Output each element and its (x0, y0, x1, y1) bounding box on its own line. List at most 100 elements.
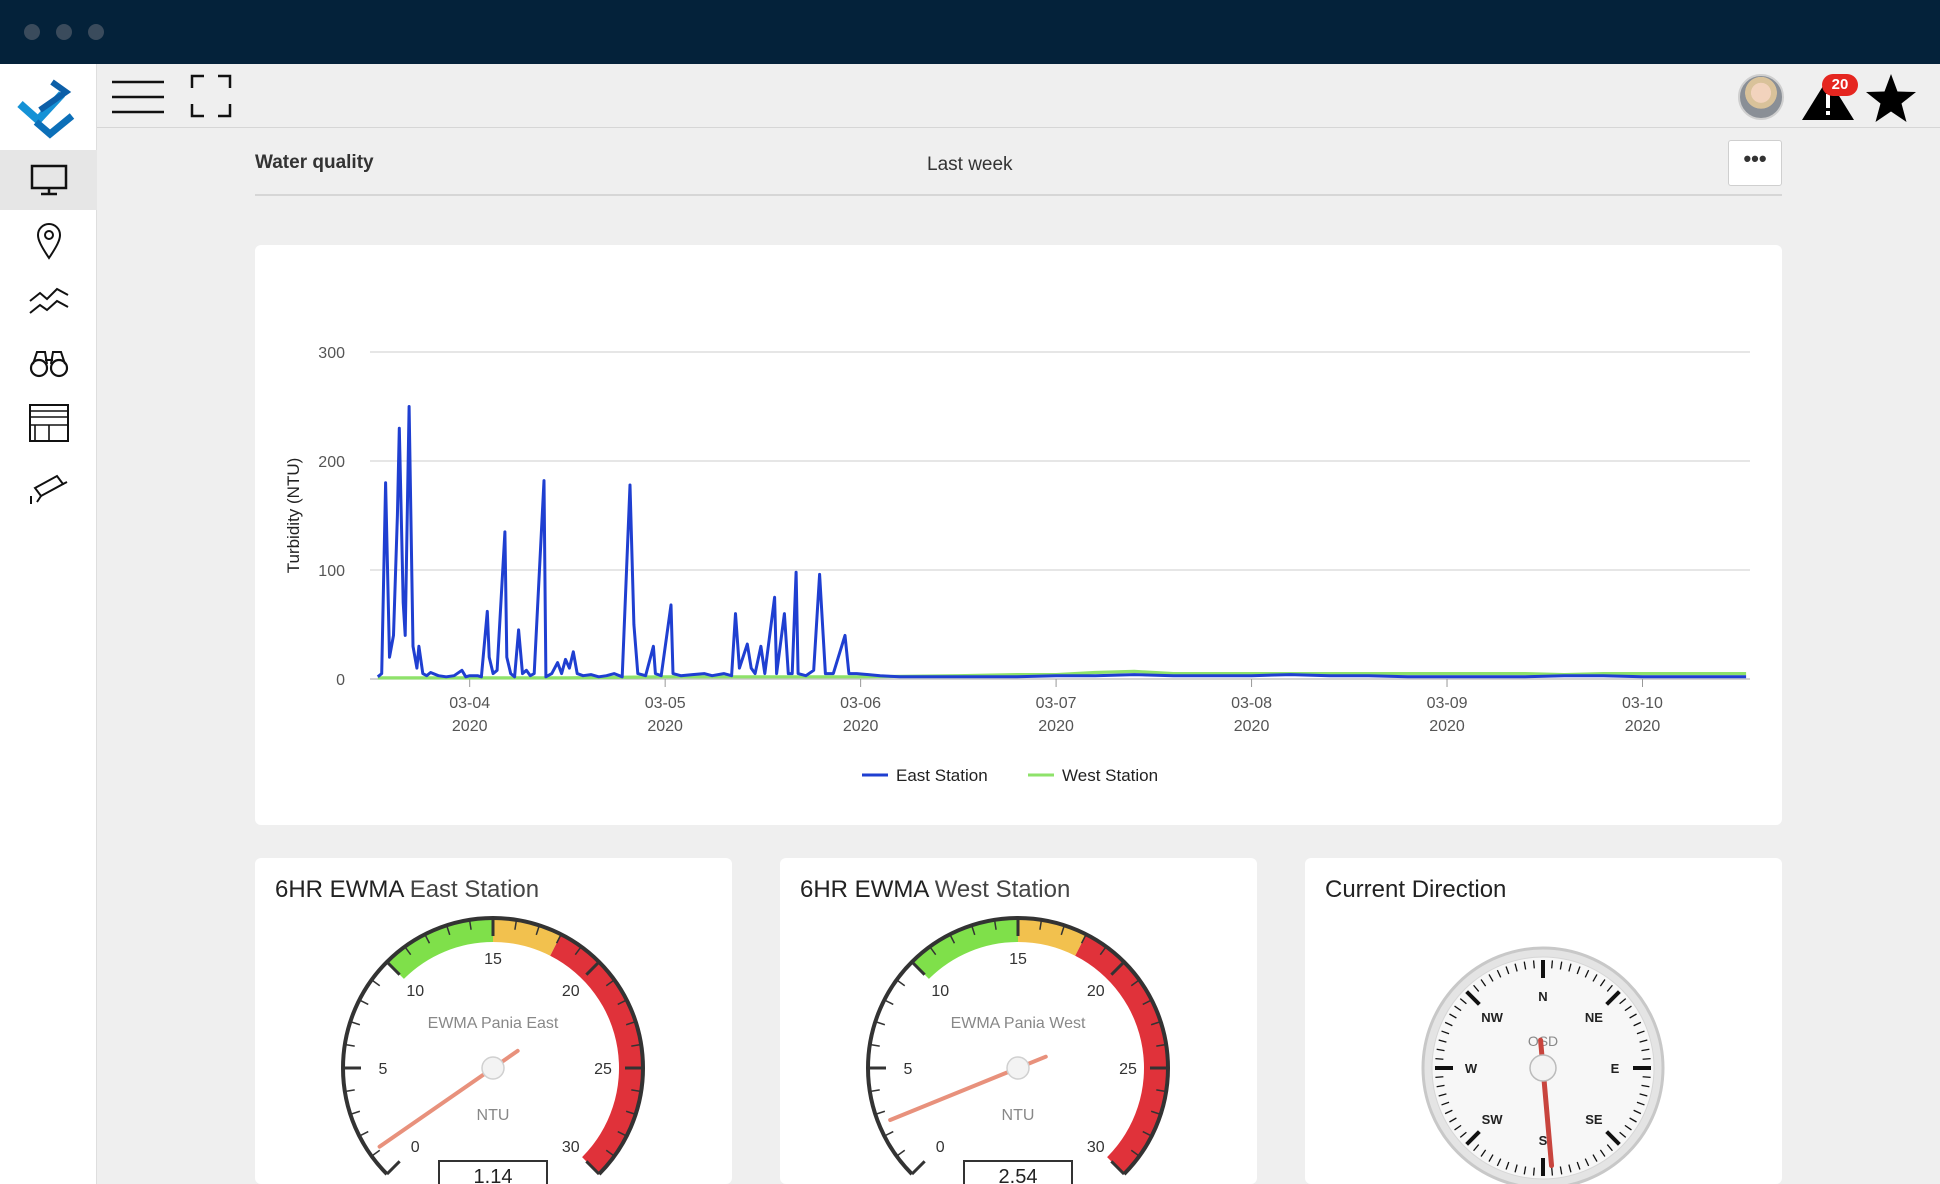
compass-tick (1551, 960, 1554, 969)
x-tick-year: 2020 (1038, 718, 1074, 735)
compass-tick (1532, 1167, 1535, 1176)
user-avatar[interactable] (1738, 74, 1784, 120)
compass-direction-label: E (1611, 1061, 1620, 1076)
binoculars-icon[interactable] (27, 340, 71, 384)
gauge-tick (884, 1130, 894, 1137)
compass-tick (1642, 1076, 1651, 1079)
window-maximize-dot[interactable] (88, 24, 104, 40)
gauge-unit-label: NTU (477, 1107, 510, 1124)
gauge-title-prefix: 6HR EWMA (275, 876, 404, 903)
gauge-value-east: 1.14 (438, 1160, 548, 1184)
gauge-tick-label: 30 (562, 1139, 580, 1156)
gauge-tick-label: 10 (931, 983, 949, 1000)
gauge-title-west: 6HR EWMA West Station (800, 876, 1070, 904)
security-camera-icon[interactable] (27, 462, 71, 506)
gauge-title-station: East Station (409, 876, 540, 903)
x-tick-year: 2020 (452, 718, 488, 735)
gauge-tick-label: 5 (379, 1061, 388, 1078)
current-direction-compass: NNEESESSWWNWOSD (1421, 946, 1665, 1184)
y-tick-label: 0 (336, 672, 345, 689)
x-tick-label: 03-04 (449, 695, 490, 712)
x-tick-label: 03-09 (1427, 695, 1468, 712)
monitor-icon[interactable] (27, 157, 71, 201)
compass-title: Current Direction (1325, 876, 1507, 903)
more-options-button[interactable]: ••• (1728, 140, 1782, 186)
gauge-tick-label: 25 (1119, 1061, 1137, 1078)
west-station-gauge: 0 5 10 15 20 25 30 EWMA Pania West NTU (866, 916, 1170, 1176)
compass-card: Current Direction NNEESESSWWNWOSD (1305, 858, 1782, 1184)
compass-tick (1642, 1057, 1651, 1060)
window-titlebar (0, 0, 1940, 64)
compass-tick (1435, 1057, 1444, 1060)
turbidity-line-chart: 0 100 200 300 Turbidity (NTU) 03-04 2020 03-05 2… (284, 345, 1750, 785)
gauge-tick (385, 1160, 401, 1176)
gauge-tick-label: 0 (411, 1139, 420, 1156)
gauge-tick (896, 979, 906, 987)
gauge-tick-label: 20 (1087, 983, 1105, 1000)
x-tick-label: 03-10 (1622, 695, 1663, 712)
gauge-tick-label: 15 (484, 951, 502, 968)
x-tick-label: 03-06 (840, 695, 881, 712)
compass-needle-hub (1529, 1054, 1557, 1082)
gauge-tick-label: 20 (562, 983, 580, 1000)
window-close-dot[interactable] (24, 24, 40, 40)
x-tick-year: 2020 (1429, 718, 1465, 735)
gauge-tick-label: 25 (594, 1061, 612, 1078)
gauge-inner-label: EWMA Pania East (428, 1015, 559, 1032)
x-tick-label: 03-07 (1036, 695, 1077, 712)
turbidity-chart-card: 0 100 200 300 Turbidity (NTU) 03-04 2020 03-05 2… (255, 245, 1782, 825)
window-minimize-dot[interactable] (56, 24, 72, 40)
x-tick-label: 03-08 (1231, 695, 1272, 712)
y-tick-label: 300 (318, 345, 345, 362)
gauge-title-east: 6HR EWMA East Station (275, 876, 539, 904)
gauge-unit-label: NTU (1002, 1107, 1035, 1124)
x-tick-year: 2020 (1625, 718, 1661, 735)
notification-count-badge: 20 (1822, 74, 1858, 96)
gauge-tick-label: 15 (1009, 951, 1027, 968)
app-logo[interactable] (0, 64, 97, 150)
gauge-inner-label: EWMA Pania West (951, 1015, 1086, 1032)
sidebar (0, 64, 97, 1184)
gauge-title-station: West Station (934, 876, 1071, 903)
gauge-tick (884, 999, 894, 1006)
x-tick-year: 2020 (1234, 718, 1270, 735)
compass-direction-label: NE (1585, 1010, 1603, 1025)
compass-direction-label: NW (1481, 1010, 1503, 1025)
gauge-tick (371, 1149, 381, 1157)
compass-direction-label: S (1539, 1133, 1548, 1148)
gauge-title-prefix: 6HR EWMA (800, 876, 929, 903)
content-header: Water quality Last week ••• (255, 140, 1782, 196)
compass-direction-label: N (1538, 989, 1547, 1004)
gauge-card-west: 6HR EWMA West Station 0 5 10 15 20 25 30 EWMA P… (780, 858, 1257, 1184)
gauge-tick-label: 10 (406, 983, 424, 1000)
time-range-label[interactable]: Last week (927, 154, 1013, 176)
x-tick-year: 2020 (843, 718, 879, 735)
gauge-card-east: 6HR EWMA East Station 0 5 10 15 20 25 30 EWMA P… (255, 858, 732, 1184)
series-line (376, 405, 1747, 679)
map-pin-icon[interactable] (27, 218, 71, 262)
gauge-needle-hub (481, 1056, 505, 1080)
east-station-gauge: 0 5 10 15 20 25 30 EWMA Pania East NTU (341, 916, 645, 1176)
x-tick-label: 03-05 (645, 695, 686, 712)
y-tick-label: 100 (318, 563, 345, 580)
gauge-needle-hub (1006, 1056, 1030, 1080)
gauge-tick (910, 1160, 926, 1176)
favorite-star-icon[interactable] (1864, 72, 1918, 124)
trend-lines-icon[interactable] (27, 279, 71, 323)
legend-label: East Station (896, 766, 988, 785)
gauge-value-west: 2.54 (963, 1160, 1073, 1184)
gauge-tick (359, 1130, 369, 1137)
gauge-tick-label: 5 (904, 1061, 913, 1078)
hamburger-menu-icon[interactable] (112, 78, 164, 116)
compass-tick (1532, 960, 1535, 969)
gauge-tick (359, 999, 369, 1006)
legend-label: West Station (1062, 766, 1158, 785)
compass-tick (1435, 1076, 1444, 1079)
layout-grid-icon[interactable] (27, 401, 71, 445)
compass-direction-label: SW (1482, 1112, 1504, 1127)
fullscreen-icon[interactable] (190, 74, 232, 118)
compass-direction-label: W (1465, 1061, 1478, 1076)
gauge-tick (371, 979, 381, 987)
alert-warning-icon[interactable]: 20 (1800, 72, 1858, 122)
gauge-tick-label: 0 (936, 1139, 945, 1156)
